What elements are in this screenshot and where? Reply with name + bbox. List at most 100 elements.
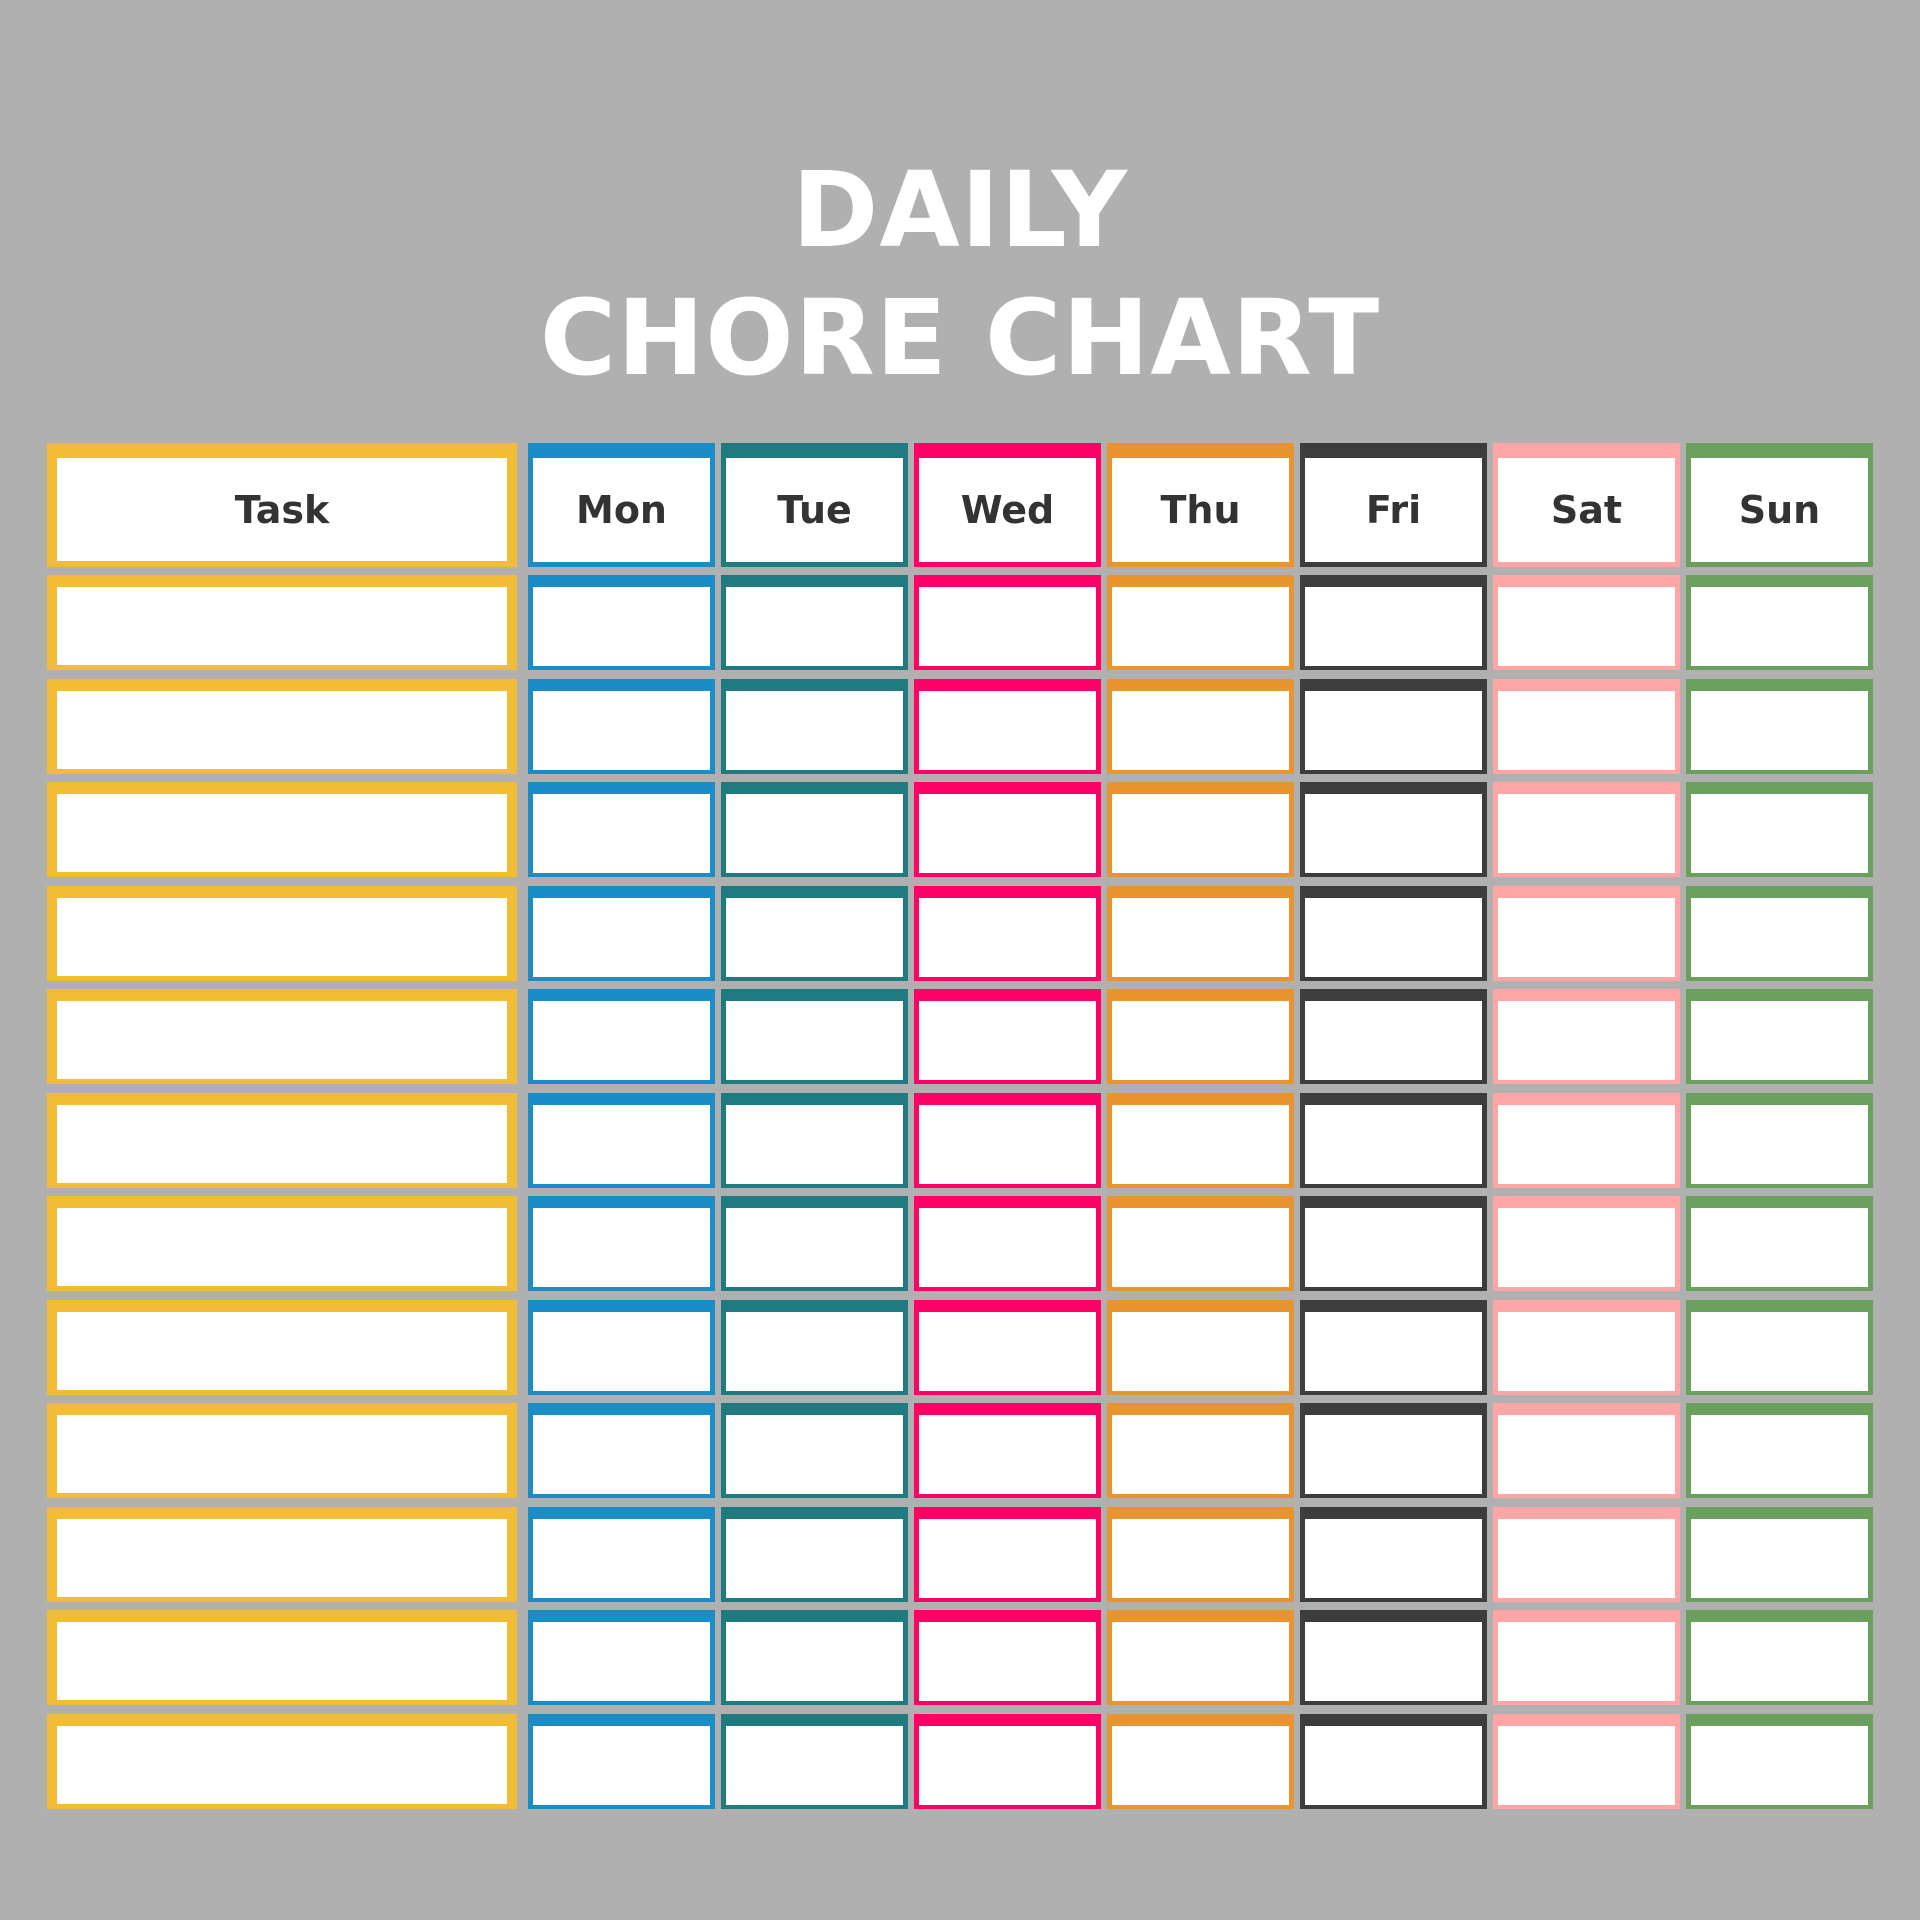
check-cell-wed[interactable] [914,1300,1101,1395]
check-cell-wed[interactable] [914,1093,1101,1188]
check-cell-sat[interactable] [1493,1196,1680,1291]
check-cell-mon[interactable] [528,1093,715,1188]
check-cell-fri[interactable] [1300,1507,1487,1602]
check-cell-sat[interactable] [1493,782,1680,877]
check-cell-wed[interactable] [914,989,1101,1084]
check-cell-sat[interactable] [1493,1403,1680,1498]
check-cell-thu[interactable] [1107,1196,1294,1291]
check-cell-wed[interactable] [914,782,1101,877]
check-cell-sat[interactable] [1493,1300,1680,1395]
check-cell-mon[interactable] [528,1300,715,1395]
check-cell-tue[interactable] [721,1610,908,1705]
check-cell-sun[interactable] [1686,989,1873,1084]
check-cell-mon[interactable] [528,1610,715,1705]
check-cell-thu[interactable] [1107,1714,1294,1809]
check-cell-wed[interactable] [914,1714,1101,1809]
check-cell-fri[interactable] [1300,1093,1487,1188]
check-cell-sun[interactable] [1686,1093,1873,1188]
check-cell-thu[interactable] [1107,1093,1294,1188]
check-cell-tue[interactable] [721,679,908,774]
check-cell-tue[interactable] [721,1507,908,1602]
task-cell[interactable] [47,1300,517,1395]
check-cell-thu[interactable] [1107,989,1294,1084]
check-cell-tue[interactable] [721,1300,908,1395]
check-cell-mon[interactable] [528,1507,715,1602]
task-cell[interactable] [47,679,517,774]
check-cell-fri[interactable] [1300,575,1487,670]
check-cell-fri[interactable] [1300,1610,1487,1705]
check-cell-sun[interactable] [1686,1714,1873,1809]
check-cell-mon[interactable] [528,1196,715,1291]
check-cell-thu[interactable] [1107,1507,1294,1602]
check-cell-fri[interactable] [1300,1300,1487,1395]
check-cell-mon[interactable] [528,1714,715,1809]
check-cell-mon[interactable] [528,989,715,1084]
task-cell[interactable] [47,1714,517,1809]
header-mon: Mon [528,443,715,567]
task-cell[interactable] [47,782,517,877]
check-cell-thu[interactable] [1107,1610,1294,1705]
check-cell-mon[interactable] [528,886,715,981]
check-cell-mon[interactable] [528,575,715,670]
check-cell-wed[interactable] [914,886,1101,981]
check-cell-sun[interactable] [1686,575,1873,670]
check-cell-sun[interactable] [1686,886,1873,981]
check-cell-sat[interactable] [1493,1093,1680,1188]
check-cell-wed[interactable] [914,1610,1101,1705]
check-cell-fri[interactable] [1300,679,1487,774]
task-cell[interactable] [47,989,517,1084]
check-cell-wed[interactable] [914,679,1101,774]
check-cell-wed[interactable] [914,1403,1101,1498]
check-cell-tue[interactable] [721,782,908,877]
task-cell[interactable] [47,1196,517,1291]
title-line-2: CHORE CHART [539,277,1381,399]
task-cell[interactable] [47,886,517,981]
check-cell-fri[interactable] [1300,1196,1487,1291]
check-cell-thu[interactable] [1107,886,1294,981]
check-cell-sun[interactable] [1686,1196,1873,1291]
check-cell-tue[interactable] [721,1093,908,1188]
check-cell-fri[interactable] [1300,782,1487,877]
check-cell-mon[interactable] [528,679,715,774]
task-cell[interactable] [47,575,517,670]
check-cell-sat[interactable] [1493,989,1680,1084]
check-cell-thu[interactable] [1107,1403,1294,1498]
check-cell-tue[interactable] [721,1196,908,1291]
check-cell-thu[interactable] [1107,782,1294,877]
header-tue: Tue [721,443,908,567]
check-cell-fri[interactable] [1300,886,1487,981]
check-cell-tue[interactable] [721,1403,908,1498]
check-cell-sun[interactable] [1686,1403,1873,1498]
check-cell-wed[interactable] [914,575,1101,670]
check-cell-tue[interactable] [721,886,908,981]
check-cell-tue[interactable] [721,575,908,670]
check-cell-sat[interactable] [1493,1507,1680,1602]
check-cell-sun[interactable] [1686,1610,1873,1705]
check-cell-sun[interactable] [1686,1507,1873,1602]
check-cell-mon[interactable] [528,1403,715,1498]
check-cell-sat[interactable] [1493,1610,1680,1705]
check-cell-sat[interactable] [1493,1714,1680,1809]
check-cell-sun[interactable] [1686,679,1873,774]
check-cell-fri[interactable] [1300,1714,1487,1809]
task-cell[interactable] [47,1610,517,1705]
check-cell-wed[interactable] [914,1196,1101,1291]
check-cell-mon[interactable] [528,782,715,877]
check-cell-wed[interactable] [914,1507,1101,1602]
task-cell[interactable] [47,1403,517,1498]
check-cell-thu[interactable] [1107,679,1294,774]
check-cell-fri[interactable] [1300,989,1487,1084]
check-cell-tue[interactable] [721,1714,908,1809]
header-sat: Sat [1493,443,1680,567]
check-cell-thu[interactable] [1107,575,1294,670]
check-cell-sun[interactable] [1686,782,1873,877]
task-cell[interactable] [47,1093,517,1188]
check-cell-sat[interactable] [1493,575,1680,670]
check-cell-thu[interactable] [1107,1300,1294,1395]
check-cell-sun[interactable] [1686,1300,1873,1395]
check-cell-sat[interactable] [1493,679,1680,774]
check-cell-sat[interactable] [1493,886,1680,981]
task-cell[interactable] [47,1507,517,1602]
check-cell-fri[interactable] [1300,1403,1487,1498]
check-cell-tue[interactable] [721,989,908,1084]
